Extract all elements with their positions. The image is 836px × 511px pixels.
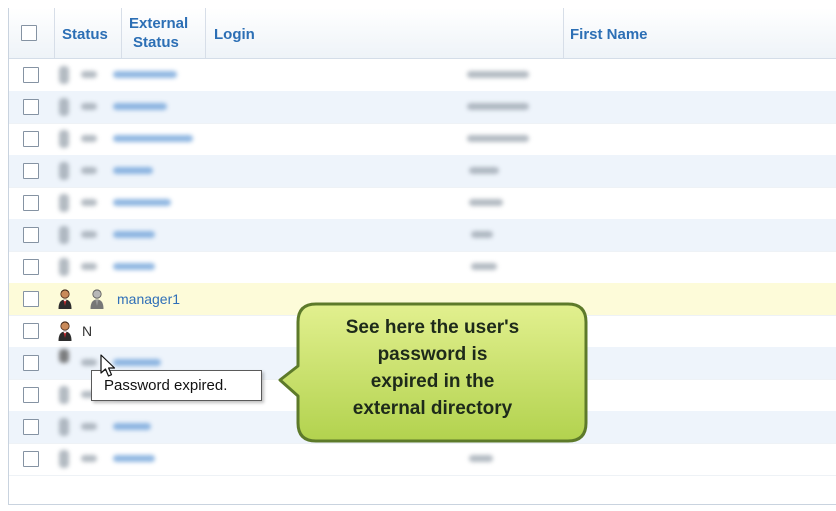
callout-line-1: See here the user's xyxy=(345,317,520,338)
status-icon-blurred xyxy=(59,226,69,244)
row-checkbox[interactable] xyxy=(23,259,39,275)
header-external-status-line2: Status xyxy=(133,34,179,51)
row-checkbox[interactable] xyxy=(23,163,39,179)
row-checkbox[interactable] xyxy=(23,227,39,243)
callout-text: See here the user's password is expired … xyxy=(290,314,575,422)
row-checkbox[interactable] xyxy=(23,451,39,467)
blurred-first-name xyxy=(467,103,529,110)
user-expired-icon[interactable] xyxy=(89,288,105,310)
row-checkbox[interactable] xyxy=(23,99,39,115)
blurred-login xyxy=(113,263,155,270)
callout-line-2: password is xyxy=(377,344,488,365)
blurred-text xyxy=(81,231,97,238)
blurred-first-name xyxy=(471,263,497,270)
status-icon-blurred xyxy=(59,450,69,468)
blurred-text xyxy=(81,135,97,142)
header-status[interactable]: Status xyxy=(55,8,122,58)
user-icon xyxy=(57,320,73,342)
table-row[interactable] xyxy=(9,59,836,92)
blurred-text xyxy=(81,71,97,78)
status-icon-blurred xyxy=(59,418,69,436)
login-link-manager1[interactable]: manager1 xyxy=(117,291,180,307)
row-checkbox[interactable] xyxy=(23,387,39,403)
blurred-text xyxy=(81,103,97,110)
callout-line-3: expired in the xyxy=(370,371,495,392)
header-external-status[interactable]: External Status xyxy=(122,8,206,58)
table-row[interactable] xyxy=(9,123,836,156)
row-checkbox[interactable] xyxy=(23,195,39,211)
row-checkbox[interactable] xyxy=(23,355,39,371)
header-first-name-label: First Name xyxy=(570,26,648,43)
select-all-checkbox[interactable] xyxy=(21,25,37,41)
table-row[interactable] xyxy=(9,443,836,476)
blurred-first-name xyxy=(467,71,529,78)
blurred-login xyxy=(113,423,151,430)
blurred-login xyxy=(113,359,161,366)
blurred-text xyxy=(81,167,97,174)
blurred-login xyxy=(113,71,177,78)
blurred-login xyxy=(113,199,171,206)
status-icon-blurred xyxy=(59,194,69,212)
table-row[interactable] xyxy=(9,187,836,220)
blurred-text xyxy=(81,199,97,206)
blurred-first-name xyxy=(469,455,493,462)
blurred-login xyxy=(113,231,155,238)
blurred-text xyxy=(81,359,97,366)
table-row[interactable] xyxy=(9,219,836,252)
status-icon-blurred xyxy=(59,130,69,148)
header-external-status-line1: External xyxy=(129,15,189,32)
row-checkbox[interactable] xyxy=(23,131,39,147)
blurred-login xyxy=(113,103,167,110)
header-first-name[interactable]: First Name xyxy=(564,8,836,58)
blurred-text xyxy=(81,263,97,270)
header-select-cell xyxy=(9,8,55,58)
header-status-label: Status xyxy=(62,26,108,43)
status-icon-blurred xyxy=(59,349,69,363)
blurred-first-name xyxy=(467,135,529,142)
status-icon-blurred xyxy=(59,162,69,180)
status-icon-blurred xyxy=(59,386,69,404)
mouse-pointer-icon xyxy=(100,354,116,377)
status-icon-blurred xyxy=(59,66,69,84)
table-row[interactable] xyxy=(9,91,836,124)
row-checkbox[interactable] xyxy=(23,419,39,435)
blurred-first-name xyxy=(469,167,499,174)
status-icon-blurred xyxy=(59,258,69,276)
blurred-login xyxy=(113,167,153,174)
callout-line-4: external directory xyxy=(352,398,513,419)
row-checkbox[interactable] xyxy=(23,67,39,83)
table-row[interactable] xyxy=(9,155,836,188)
status-icon-blurred xyxy=(59,98,69,116)
grid-header: Status External Status Login First Name xyxy=(9,8,836,59)
user-icon xyxy=(57,288,73,310)
blurred-first-name xyxy=(469,199,503,206)
blurred-login xyxy=(113,455,155,462)
blurred-text xyxy=(81,455,97,462)
table-row[interactable] xyxy=(9,251,836,284)
blurred-text xyxy=(81,423,97,430)
row-text-fragment: N xyxy=(82,323,93,339)
blurred-first-name xyxy=(471,231,493,238)
row-checkbox[interactable] xyxy=(23,323,39,339)
header-login[interactable]: Login xyxy=(206,8,564,58)
row-checkbox[interactable] xyxy=(23,291,39,307)
header-login-label: Login xyxy=(214,26,255,43)
blurred-login xyxy=(113,135,193,142)
